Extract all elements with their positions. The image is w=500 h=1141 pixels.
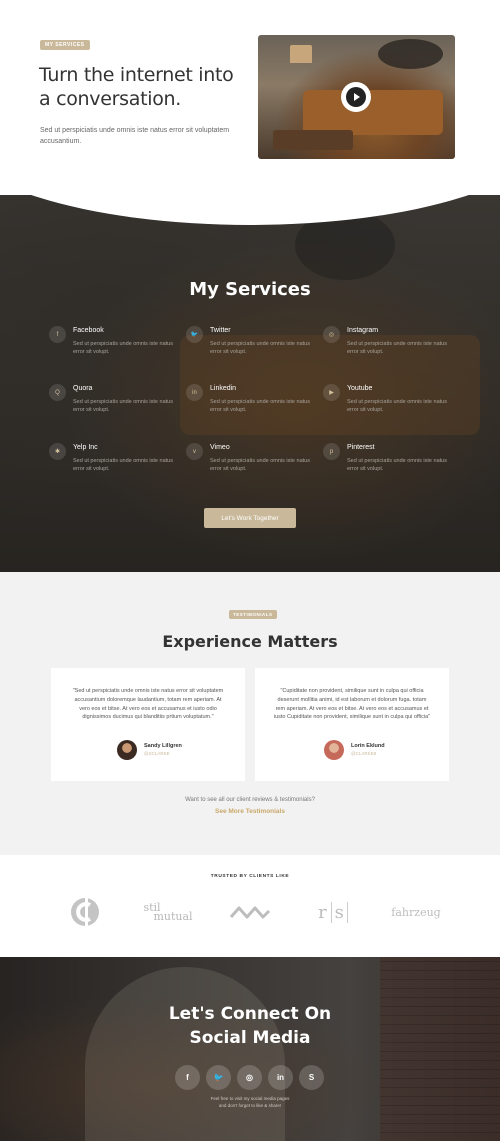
skype-icon: S (308, 1073, 315, 1082)
service-name: Twitter (210, 327, 231, 334)
service-name: Youtube (347, 385, 373, 392)
rs-r-text: r (318, 901, 327, 923)
service-desc: Sed ut perspiciatis unde omnis iste natu… (210, 458, 310, 472)
testimonials-section: TESTIMONIALS Experience Matters "Sed ut … (0, 572, 500, 855)
testimonial-name: Lorin Eklund (351, 743, 385, 749)
trusted-label: TRUSTED BY CLIENTS LIKE (210, 874, 290, 879)
testimonial-name: Sandy Lillgren (144, 743, 182, 749)
testimonial-card: "Sed ut perspiciatis unde omnis iste nat… (51, 668, 245, 781)
hero-video[interactable] (258, 35, 455, 159)
facebook-icon: f (186, 1073, 189, 1082)
play-button[interactable] (341, 82, 371, 112)
trusted-section: TRUSTED BY CLIENTS LIKE stil mutual r s … (0, 855, 500, 957)
hero-tag: MY SERVICES (40, 40, 90, 50)
skype-button[interactable]: S (299, 1065, 324, 1090)
twitter-button[interactable]: 🐦 (206, 1065, 231, 1090)
testimonials-question: Want to see all our client reviews & tes… (185, 797, 315, 803)
services-section: My Services f Facebook Sed ut perspiciat… (0, 195, 500, 572)
linkedin-icon: in (186, 384, 203, 401)
mutual-text: mutual (153, 910, 193, 923)
play-icon (346, 87, 366, 107)
table-image-detail (273, 130, 353, 150)
testimonial-card: "Cupiditate non provident, similique sun… (255, 668, 449, 781)
testimonial-quote: "Sed ut perspiciatis unde omnis iste nat… (72, 688, 224, 721)
service-desc: Sed ut perspiciatis unde omnis iste natu… (73, 399, 173, 413)
quora-icon: Q (49, 384, 66, 401)
yelp-icon: ✱ (49, 443, 66, 460)
instagram-icon: ◎ (246, 1073, 253, 1082)
testimonial-handle: @CLARKE8 (351, 751, 377, 756)
vimeo-icon: v (186, 443, 203, 460)
testimonials-tag: TESTIMONIALS (229, 610, 277, 619)
service-desc: Sed ut perspiciatis unde omnis iste natu… (210, 341, 310, 355)
twitter-icon: 🐦 (186, 326, 203, 343)
service-name: Pinterest (347, 444, 375, 451)
hero-text: Sed ut perspiciatis unde omnis iste natu… (40, 127, 230, 145)
sofa-image-detail (303, 90, 443, 135)
testimonials-title: Experience Matters (162, 632, 338, 651)
service-name: Instagram (347, 327, 379, 334)
social-title-line2: Social Media (189, 1028, 311, 1048)
facebook-button[interactable]: f (175, 1065, 200, 1090)
see-more-testimonials-link[interactable]: See More Testimonials (0, 808, 500, 815)
service-desc: Sed ut perspiciatis unde omnis iste natu… (73, 458, 173, 472)
service-name: Quora (73, 385, 93, 392)
wall-frame-detail (378, 39, 443, 69)
services-title: My Services (189, 279, 311, 300)
instagram-icon: ◎ (323, 326, 340, 343)
circle-c-logo (68, 897, 104, 927)
instagram-button[interactable]: ◎ (237, 1065, 262, 1090)
service-name: Linkedin (210, 385, 237, 392)
linkedin-icon: in (276, 1073, 285, 1082)
hero-title: Turn the internet into a conversation. (39, 64, 234, 110)
service-desc: Sed ut perspiciatis unde omnis iste natu… (73, 341, 173, 355)
facebook-icon: f (49, 326, 66, 343)
social-note-line2: and don't forget to like & share! (218, 1103, 282, 1108)
social-note-line1: Feel free to visit my social media pages (210, 1096, 290, 1101)
twitter-icon: 🐦 (213, 1073, 224, 1082)
service-desc: Sed ut perspiciatis unde omnis iste natu… (347, 399, 447, 413)
fahrzeug-logo: fahrzeug (391, 905, 441, 919)
rs-s-text: s (330, 901, 348, 923)
lamp-image-detail (290, 45, 312, 63)
service-desc: Sed ut perspiciatis unde omnis iste natu… (347, 458, 447, 472)
pinterest-icon: p (323, 443, 340, 460)
stil-mutual-logo: stil mutual (138, 897, 198, 927)
linkedin-button[interactable]: in (268, 1065, 293, 1090)
social-note: Feel free to visit my social media pages… (0, 1095, 500, 1109)
youtube-icon: ▶ (323, 384, 340, 401)
work-together-button[interactable]: Let's Work Together (204, 508, 296, 528)
wave-logo (228, 897, 272, 927)
social-section: Let's Connect On Social Media f 🐦 ◎ in S… (0, 957, 500, 1141)
social-title: Let's Connect On Social Media (0, 1002, 500, 1050)
avatar (117, 740, 137, 760)
service-desc: Sed ut perspiciatis unde omnis iste natu… (210, 399, 310, 413)
testimonial-handle: @SCLARKE (144, 751, 170, 756)
avatar (324, 740, 344, 760)
service-name: Yelp Inc (73, 444, 98, 451)
social-title-line1: Let's Connect On (168, 1004, 332, 1024)
rs-logo: r s (313, 897, 353, 927)
testimonial-quote: "Cupiditate non provident, similique sun… (273, 688, 431, 721)
service-name: Facebook (73, 327, 104, 334)
service-desc: Sed ut perspiciatis unde omnis iste natu… (347, 341, 447, 355)
service-name: Vimeo (210, 444, 230, 451)
